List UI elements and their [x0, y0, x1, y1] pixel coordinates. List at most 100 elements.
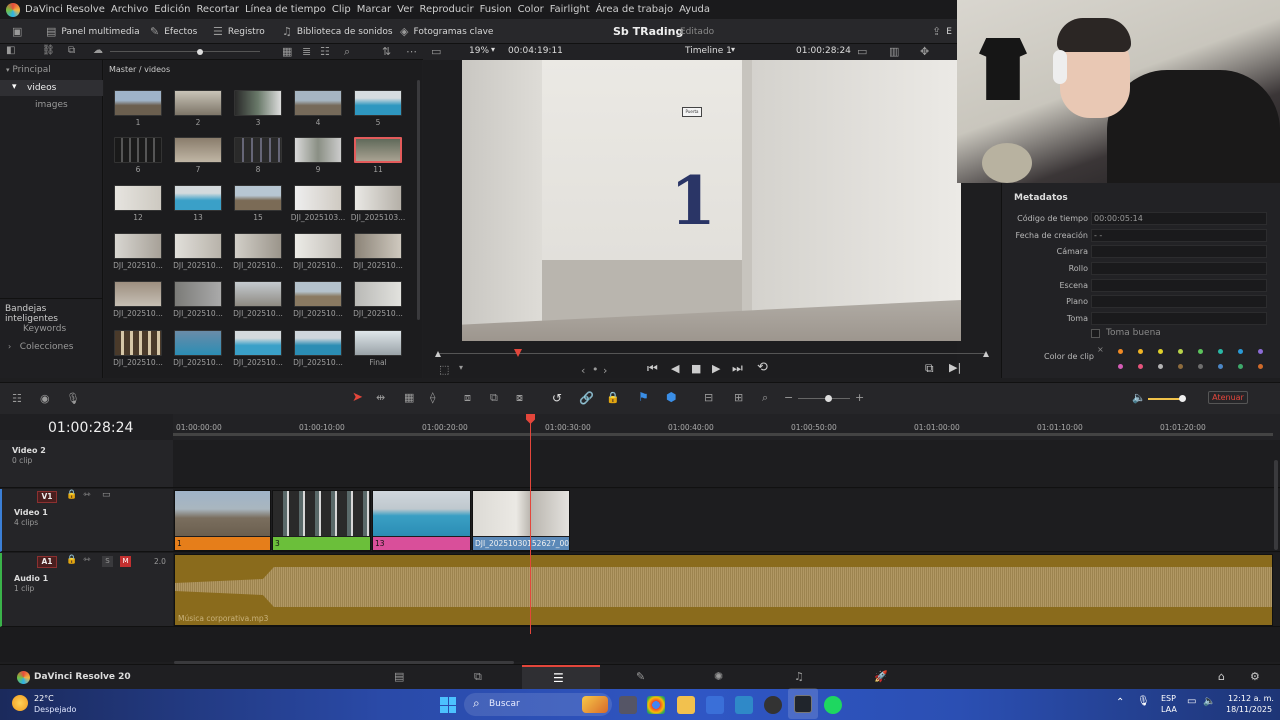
insert-clip-icon[interactable]: ⧈	[464, 391, 471, 405]
go-to-start-icon[interactable]: ⏮	[647, 361, 658, 376]
media-pool-clip-thumbnail[interactable]	[234, 233, 282, 259]
smart-bin-keywords[interactable]: Keywords	[23, 324, 66, 334]
trim-tool-icon[interactable]: ⇹	[376, 391, 385, 404]
menu-area-de-trabajo[interactable]: Área de trabajo	[596, 4, 679, 15]
clock-time[interactable]: 12:12 a. m.	[1228, 694, 1274, 703]
clip-color-swatch[interactable]	[1118, 349, 1123, 354]
media-pool-button[interactable]: ▤ Panel multimedia	[46, 19, 140, 44]
clip-color-swatch[interactable]	[1218, 349, 1223, 354]
clip-color-swatch[interactable]	[1138, 364, 1143, 369]
media-page-icon[interactable]: ▤	[394, 670, 404, 683]
speaker-icon[interactable]: 🔈	[1132, 391, 1146, 404]
menu-edicion[interactable]: Edición	[154, 4, 196, 15]
marker-icon[interactable]: ⬢	[666, 390, 676, 404]
timeline-dropdown-icon[interactable]: ▾	[731, 45, 735, 54]
effects-button[interactable]: ✎ Efectos	[150, 19, 197, 44]
timeline-options-icon[interactable]: ☷	[12, 392, 22, 405]
media-pool-clip-thumbnail[interactable]	[114, 185, 162, 211]
media-pool-clip-thumbnail[interactable]	[114, 281, 162, 307]
cut-page-icon[interactable]: ⧉	[474, 670, 482, 684]
jog-left-icon[interactable]: ‹	[581, 364, 585, 377]
position-lock-icon[interactable]: 🔒	[606, 391, 620, 404]
next-edit-icon[interactable]: ▶|	[949, 361, 961, 374]
bin-videos[interactable]: ▾ videos	[0, 80, 103, 96]
clip-color-swatch[interactable]	[1118, 364, 1123, 369]
clip-color-swatch[interactable]	[1158, 349, 1163, 354]
zoom-slider[interactable]	[798, 398, 850, 399]
workspace-toggle-button[interactable]: ▣	[12, 19, 22, 44]
clip-color-swatch[interactable]	[1258, 349, 1263, 354]
media-pool-clip-thumbnail[interactable]	[234, 185, 282, 211]
menu-ver[interactable]: Ver	[397, 4, 419, 15]
media-pool-clip-thumbnail[interactable]	[114, 137, 162, 163]
clip-color-swatch[interactable]	[1258, 364, 1263, 369]
grid-view-icon[interactable]: ▦	[282, 45, 292, 58]
media-pool-clip-thumbnail[interactable]	[174, 281, 222, 307]
solo-button[interactable]: S	[102, 556, 113, 567]
thumb-size-slider[interactable]	[110, 51, 260, 52]
fairlight-page-icon[interactable]: ♫	[794, 670, 804, 683]
clip-color-swatch[interactable]	[1138, 349, 1143, 354]
field-value[interactable]	[1091, 295, 1267, 308]
zoom-full-icon[interactable]: ⊟	[704, 391, 713, 404]
jog-right-icon[interactable]: ›	[603, 364, 607, 377]
track-lane-video-2[interactable]	[173, 440, 1280, 488]
bin-images[interactable]: images	[35, 100, 68, 110]
link-icon[interactable]: ⛓	[42, 45, 55, 56]
media-pool-clip-thumbnail[interactable]	[114, 90, 162, 116]
settings-gear-icon[interactable]: ⚙	[1250, 670, 1260, 683]
menu-ayuda[interactable]: Ayuda	[679, 4, 716, 15]
thumb-size-knob[interactable]	[197, 49, 203, 55]
weather-condition[interactable]: Despejado	[34, 705, 76, 714]
volume-knob[interactable]	[1179, 395, 1186, 402]
stop-icon[interactable]: ■	[691, 362, 701, 375]
disable-track-icon[interactable]: ▭	[102, 490, 111, 500]
clock-date[interactable]: 18/11/2025	[1226, 705, 1272, 714]
match-frame-icon[interactable]: ⧉	[925, 361, 934, 376]
crop-dropdown-icon[interactable]: ▾	[459, 363, 463, 372]
media-pool-clip-thumbnail[interactable]	[294, 185, 342, 211]
flag-icon[interactable]: ⚑	[638, 390, 649, 404]
track-id-v1[interactable]: V1	[37, 491, 57, 503]
zoom-dropdown-icon[interactable]: ▾	[491, 45, 495, 54]
volume-icon[interactable]: 🔈	[1203, 696, 1215, 707]
menu-linea-de-tiempo[interactable]: Línea de tiempo	[245, 4, 332, 15]
overwrite-clip-icon[interactable]: ⧉	[490, 391, 498, 405]
blade-tool-icon[interactable]: ⟠	[430, 391, 435, 404]
log-button[interactable]: ☰ Registro	[213, 19, 265, 44]
clip-color-swatch[interactable]	[1218, 364, 1223, 369]
menu-marcar[interactable]: Marcar	[357, 4, 397, 15]
media-pool-clip-thumbnail[interactable]	[354, 90, 402, 116]
media-pool-clip-thumbnail[interactable]	[234, 90, 282, 116]
lock-track-icon[interactable]: 🔒	[66, 555, 77, 565]
media-pool-clip-thumbnail[interactable]	[354, 233, 402, 259]
taskbar-search-box[interactable]: ⌕ Buscar	[464, 693, 612, 716]
dual-viewer-icon[interactable]: ▥	[889, 45, 899, 58]
media-pool-clip-thumbnail[interactable]	[354, 137, 402, 163]
clear-color-icon[interactable]: ×	[1097, 345, 1104, 354]
auto-select-icon[interactable]: ⇿	[83, 555, 91, 565]
chrome-icon[interactable]	[647, 696, 665, 714]
audio-clip[interactable]: Música corporativa.mp3	[174, 554, 1273, 626]
good-take-checkbox[interactable]	[1091, 329, 1100, 338]
field-value[interactable]: - -	[1091, 229, 1267, 242]
field-value[interactable]: 00:00:05:14	[1091, 212, 1267, 225]
linked-selection-icon[interactable]: 🔗	[579, 391, 594, 405]
transform-icon[interactable]: ✥	[920, 45, 929, 58]
media-pool-clip-thumbnail[interactable]	[294, 330, 342, 356]
field-value[interactable]	[1091, 279, 1267, 292]
jog-dot-icon[interactable]: •	[592, 363, 599, 376]
cloud-icon[interactable]: ☁	[93, 45, 103, 56]
network-icon[interactable]: ▭	[1187, 696, 1196, 707]
dynamic-trim-icon[interactable]: ▦	[404, 391, 414, 404]
zoom-out-icon[interactable]: −	[784, 391, 793, 404]
timeline-clip[interactable]: 13	[372, 490, 471, 551]
media-pool-clip-thumbnail[interactable]	[354, 185, 402, 211]
list-view-icon[interactable]: ≣	[302, 45, 311, 58]
deliver-page-icon[interactable]: 🚀	[874, 670, 888, 683]
bin-icon[interactable]: ⧉	[68, 45, 75, 56]
language-code[interactable]: ESP	[1161, 694, 1176, 703]
menu-fusion[interactable]: Fusion	[480, 4, 518, 15]
media-pool-scrollbar[interactable]	[417, 80, 420, 320]
go-to-end-icon[interactable]: ⏭	[732, 361, 743, 376]
